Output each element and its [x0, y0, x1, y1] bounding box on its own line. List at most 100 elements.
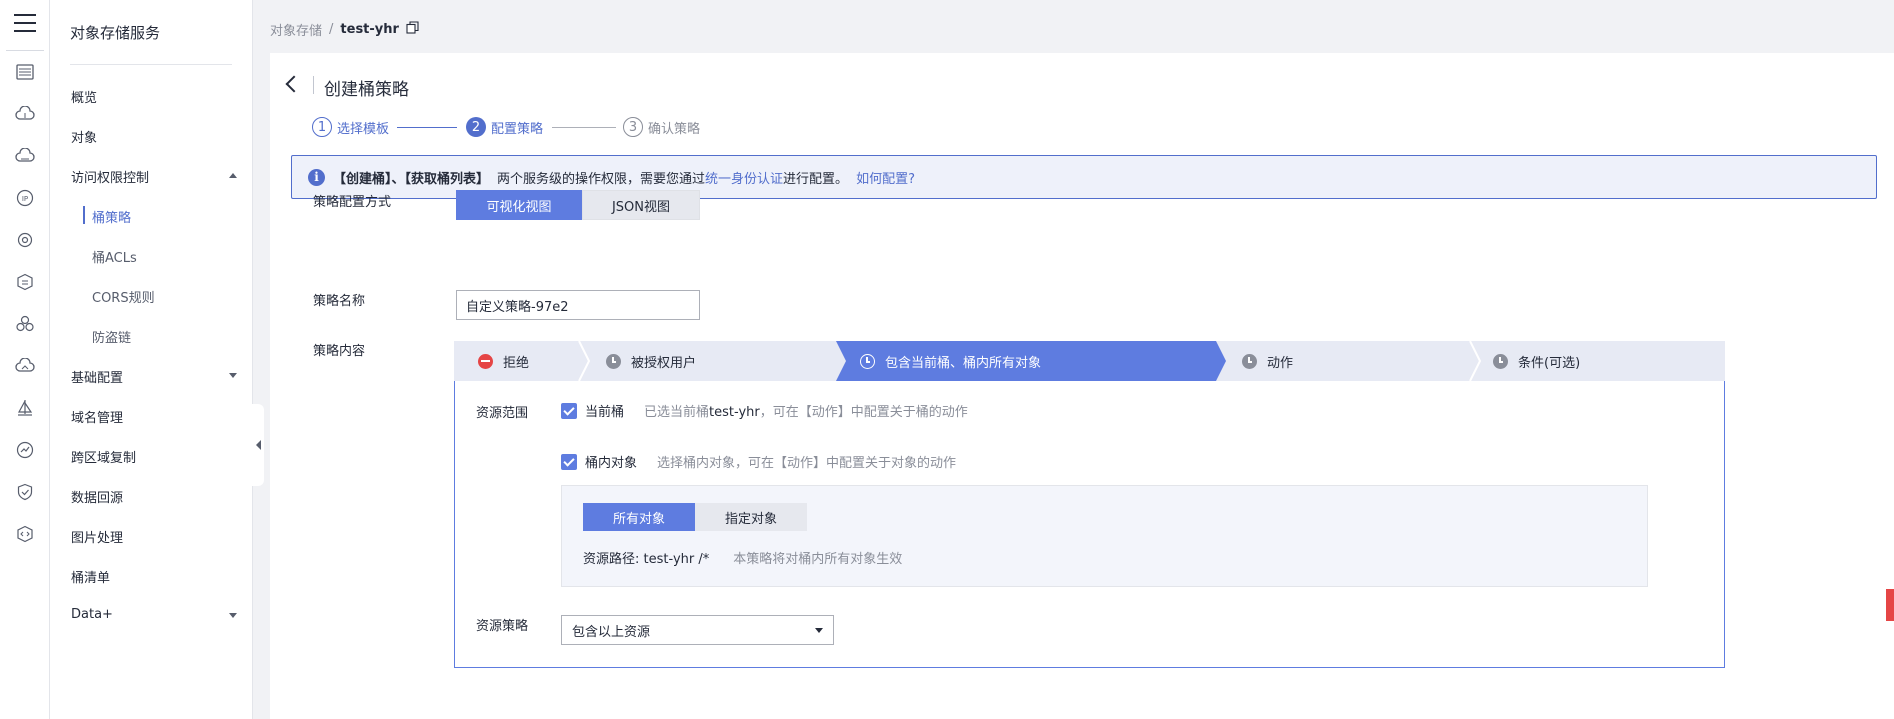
policy-name-input[interactable]: 自定义策略-97e2 [456, 290, 700, 320]
tab-label: 被授权用户 [631, 355, 697, 371]
rail-divider [6, 50, 44, 51]
mode-label: 策略配置方式 [313, 195, 392, 210]
info-icon: i [308, 168, 325, 186]
menu-item-bucket-acls[interactable]: 桶ACLs [92, 247, 137, 266]
chevron-up-icon [229, 173, 237, 178]
sail-icon[interactable] [13, 396, 37, 420]
menu-item-basic-config-label: 基础配置 [71, 371, 124, 386]
menu-item-replication[interactable]: 跨区域复制 [71, 447, 136, 466]
info-bold-text: 【创建桶】、【获取桶列表】 [333, 171, 490, 187]
copy-icon[interactable] [406, 21, 419, 38]
breadcrumb-root[interactable]: 对象存储 [270, 20, 322, 39]
step-confirm-policy: 3 确认策略 [623, 117, 700, 137]
bucket-objects-checkbox[interactable] [561, 453, 577, 470]
cloud-sync-icon[interactable] [13, 354, 37, 378]
bucket-objects-hint: 选择桶内对象，可在【动作】中配置关于对象的动作 [657, 456, 957, 471]
shield-icon[interactable] [13, 480, 37, 504]
svg-text:IP: IP [22, 195, 28, 203]
object-selection-box: 所有对象 指定对象 资源路径: test-yhr /* 本策略将对桶内所有对象生… [561, 485, 1648, 587]
resource-path-row: 资源路径: test-yhr /* 本策略将对桶内所有对象生效 [583, 548, 902, 567]
resource-path: 资源路径: test-yhr /* [583, 552, 710, 567]
tab-label: 包含当前桶、桶内所有对象 [885, 355, 1042, 371]
menu-item-back-to-source[interactable]: 数据回源 [71, 487, 123, 506]
menu-item-data-plus-label: Data+ [71, 607, 113, 622]
iam-link[interactable]: 统一身份认证 [705, 172, 783, 187]
visual-view-button[interactable]: 可视化视图 [456, 190, 582, 220]
tab-label: 条件(可选) [1518, 355, 1581, 371]
step-configure-policy: 2 配置策略 [466, 117, 543, 137]
resource-policy-select[interactable]: 包含以上资源 [561, 615, 834, 645]
main-card: 创建桶策略 1 选择模板 2 配置策略 3 确认策略 i 【创建桶】、【获取桶列… [270, 53, 1894, 719]
policy-tabs: 拒绝 被授权用户 包含当前桶、桶内所有对象 动作 条件(可选) [454, 341, 1725, 381]
bucket-objects-label: 桶内对象 [585, 456, 638, 471]
title-separator [313, 76, 314, 94]
resource-panel: 资源范围 当前桶 已选当前桶test-yhr，可在【动作】中配置关于桶的动作 桶… [454, 381, 1725, 668]
deny-icon [478, 353, 493, 369]
tab-resources[interactable]: 包含当前桶、桶内所有对象 [860, 341, 1041, 381]
tab-actions[interactable]: 动作 [1242, 341, 1293, 381]
current-bucket-label: 当前桶 [585, 405, 625, 420]
menu-item-basic-config[interactable]: 基础配置 [71, 367, 253, 386]
cloud-icon[interactable] [13, 144, 37, 168]
transfer-icon[interactable] [13, 270, 37, 294]
eye-icon[interactable] [13, 228, 37, 252]
cluster-icon[interactable] [13, 312, 37, 336]
hint-bucket-name: test-yhr [709, 405, 760, 420]
json-view-button[interactable]: JSON视图 [582, 190, 700, 220]
how-to-configure-link[interactable]: 如何配置? [856, 168, 915, 187]
object-scope-toggle: 所有对象 指定对象 [583, 503, 807, 531]
chevron-down-icon [229, 373, 237, 378]
menu-divider [70, 64, 232, 65]
policy-content-label: 策略内容 [313, 344, 366, 359]
policy-name-label: 策略名称 [313, 294, 366, 309]
clock-icon [606, 353, 621, 369]
all-objects-button[interactable]: 所有对象 [583, 503, 695, 531]
icon-rail: IP [0, 0, 50, 719]
menu-item-objects[interactable]: 对象 [71, 127, 97, 146]
current-bucket-checkbox[interactable] [561, 402, 577, 419]
menu-item-bucket-policy[interactable]: 桶策略 [92, 207, 131, 226]
step-label: 确认策略 [648, 121, 701, 137]
back-arrow-icon[interactable] [285, 75, 303, 93]
breadcrumb: 对象存储 / test-yhr [270, 20, 419, 39]
step-number: 2 [466, 117, 486, 137]
tab-label: 动作 [1267, 355, 1294, 371]
menu-item-domain[interactable]: 域名管理 [71, 407, 123, 426]
tab-conditions[interactable]: 条件(可选) [1493, 341, 1580, 381]
step-number: 1 [312, 117, 332, 137]
specific-objects-button[interactable]: 指定对象 [695, 503, 807, 531]
menu-item-cors[interactable]: CORS规则 [92, 287, 155, 306]
current-bucket-hint: 已选当前桶test-yhr，可在【动作】中配置关于桶的动作 [644, 401, 968, 420]
chevron-down-icon [229, 613, 237, 618]
resource-scope-label: 资源范围 [476, 406, 529, 421]
menu-item-inventory[interactable]: 桶清单 [71, 567, 110, 586]
step-label: 选择模板 [337, 121, 390, 137]
collapse-sidebar-button[interactable] [252, 404, 264, 486]
dashboard-icon[interactable] [13, 60, 37, 84]
tab-label: 拒绝 [503, 355, 530, 371]
breadcrumb-current: test-yhr [340, 22, 399, 37]
scroll-indicator[interactable] [1886, 589, 1894, 621]
tab-deny[interactable]: 拒绝 [478, 341, 529, 381]
menu-item-hotlink[interactable]: 防盗链 [92, 327, 131, 346]
menu-item-overview[interactable]: 概览 [71, 87, 97, 106]
ip-icon[interactable]: IP [13, 186, 37, 210]
resource-policy-value: 包含以上资源 [572, 624, 651, 640]
menu-icon[interactable] [14, 14, 36, 32]
tab-authorized-users[interactable]: 被授权用户 [606, 341, 696, 381]
menu-item-image-processing[interactable]: 图片处理 [71, 527, 123, 546]
menu-item-access-control-label: 访问权限控制 [71, 171, 150, 186]
menu-item-data-plus[interactable]: Data+ [71, 607, 253, 625]
chevron-left-icon [255, 440, 261, 450]
monitor-icon[interactable] [13, 438, 37, 462]
breadcrumb-separator: / [329, 22, 334, 37]
active-indicator [83, 206, 85, 224]
cloud-upload-icon[interactable] [13, 102, 37, 126]
code-icon[interactable] [13, 522, 37, 546]
menu-item-access-control[interactable]: 访问权限控制 [71, 167, 253, 186]
step-number: 3 [623, 117, 643, 137]
step-connector [397, 127, 457, 128]
clock-icon [1242, 353, 1257, 369]
bucket-objects-row: 桶内对象 选择桶内对象，可在【动作】中配置关于对象的动作 [561, 452, 956, 471]
step-connector [552, 127, 616, 128]
